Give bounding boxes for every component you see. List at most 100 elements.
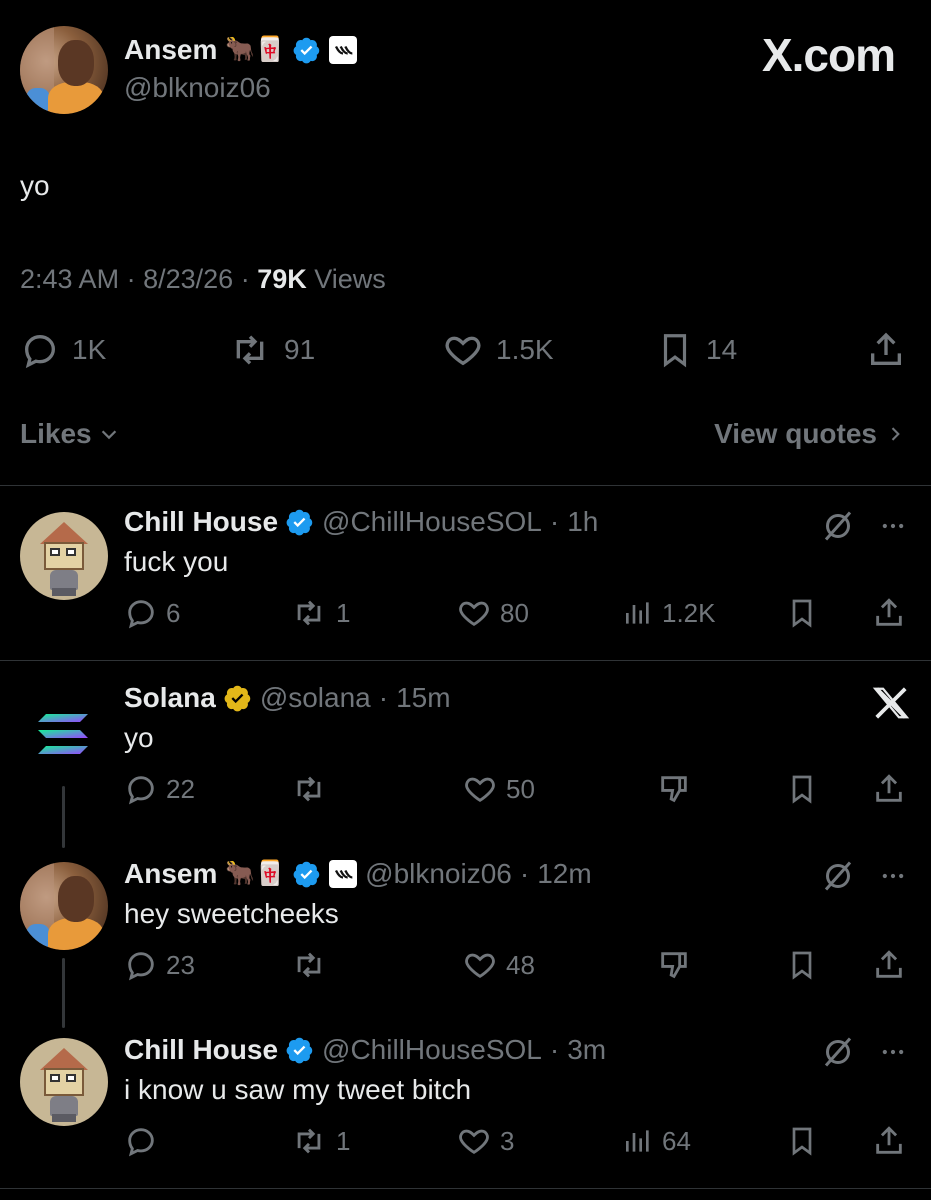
reply-avatar[interactable] xyxy=(20,512,108,600)
reply-text: hey sweetcheeks xyxy=(124,898,339,929)
share-icon[interactable] xyxy=(872,596,906,630)
repost-count: 1 xyxy=(336,1125,351,1156)
reply-avatar[interactable] xyxy=(20,1038,108,1126)
like-count: 3 xyxy=(500,1125,515,1156)
reply-name-line: Ansem 🐂🀄 @blknoiz06 · 12m xyxy=(124,858,592,890)
reply-name-line: Chill House @ChillHouseSOL · 1h xyxy=(124,506,598,538)
author-emojis: 🐂🀄 xyxy=(225,860,286,887)
solana-logo-icon xyxy=(38,714,88,754)
reply-author-name[interactable]: Solana xyxy=(124,682,216,714)
bookmark-icon[interactable] xyxy=(786,1124,818,1158)
share-icon[interactable] xyxy=(872,1124,906,1158)
repost-button[interactable] xyxy=(290,948,336,982)
share-button[interactable] xyxy=(866,330,906,370)
reply-button[interactable]: 6 xyxy=(124,596,180,630)
like-count: 80 xyxy=(500,597,529,628)
reply-author-name[interactable]: Chill House xyxy=(124,506,278,538)
more-icon[interactable] xyxy=(876,862,910,890)
likes-dropdown[interactable]: Likes xyxy=(20,418,120,450)
reply-button[interactable] xyxy=(124,1124,166,1158)
views-button[interactable]: 64 xyxy=(622,1124,691,1158)
solana-avatar[interactable] xyxy=(20,690,108,778)
like-button[interactable]: 3 xyxy=(456,1124,514,1158)
reply-author-handle[interactable]: @blknoiz06 xyxy=(365,858,512,890)
reply-count: 1K xyxy=(72,334,107,365)
grok-icon[interactable] xyxy=(820,1034,856,1070)
view-quotes-link[interactable]: View quotes xyxy=(714,418,905,450)
reply-icon xyxy=(128,952,154,981)
reply-time[interactable]: 15m xyxy=(396,682,450,714)
heart-icon xyxy=(445,336,481,366)
bookmark-button[interactable]: 14 xyxy=(656,330,737,370)
bookmark-icon[interactable] xyxy=(786,772,818,806)
author-handle[interactable]: @blknoiz06 xyxy=(124,72,271,104)
verified-gold-badge-icon xyxy=(224,685,251,712)
reply-time[interactable]: 1h xyxy=(567,506,598,538)
reply-icon xyxy=(128,776,154,805)
view-quotes-label: View quotes xyxy=(714,418,877,449)
repost-button[interactable] xyxy=(290,772,336,806)
reply-button[interactable]: 1K xyxy=(20,330,106,370)
reply-avatar[interactable] xyxy=(20,862,108,950)
repost-button[interactable]: 91 xyxy=(228,330,315,370)
repost-button[interactable]: 1 xyxy=(290,1124,350,1158)
author-name[interactable]: Ansem xyxy=(124,34,217,66)
reply-author-name[interactable]: Ansem xyxy=(124,858,217,890)
share-icon[interactable] xyxy=(872,948,906,982)
affiliate-badge-icon xyxy=(329,860,358,888)
tweet-text: yo xyxy=(20,170,50,201)
reply-button[interactable]: 22 xyxy=(124,772,195,806)
downvote-icon[interactable] xyxy=(656,772,692,806)
views-count: 79K xyxy=(257,264,307,294)
x-watermark: X.com xyxy=(761,29,896,81)
like-button[interactable]: 48 xyxy=(462,948,535,982)
heart-icon xyxy=(465,777,495,803)
reply-text: fuck you xyxy=(124,546,229,577)
repost-icon xyxy=(297,952,321,978)
downvote-icon[interactable] xyxy=(656,948,692,982)
grok-icon[interactable] xyxy=(820,858,856,894)
repost-count: 91 xyxy=(284,334,316,365)
chevron-down-icon xyxy=(101,430,116,440)
more-icon[interactable] xyxy=(876,1038,910,1066)
like-button[interactable]: 50 xyxy=(462,772,535,806)
grok-icon[interactable] xyxy=(820,508,856,544)
views-button[interactable]: 1.2K xyxy=(622,596,716,630)
author-avatar[interactable] xyxy=(20,26,108,114)
reply-author-handle[interactable]: @ChillHouseSOL xyxy=(322,506,542,538)
tweet-time[interactable]: 2:43 AM xyxy=(20,264,119,294)
bookmark-icon[interactable] xyxy=(786,596,818,630)
bookmark-icon[interactable] xyxy=(786,948,818,982)
separator-dot: · xyxy=(549,506,560,537)
repost-button[interactable]: 1 xyxy=(290,596,350,630)
heart-icon xyxy=(459,601,489,627)
separator-dot: · xyxy=(240,264,250,294)
reply-button[interactable]: 23 xyxy=(124,948,195,982)
like-button[interactable]: 80 xyxy=(456,596,529,630)
like-count: 50 xyxy=(506,773,535,804)
reply-author-name[interactable]: Chill House xyxy=(124,1034,278,1066)
reply-text: i know u saw my tweet bitch xyxy=(124,1074,472,1105)
reply-author-handle[interactable]: @ChillHouseSOL xyxy=(322,1034,542,1066)
reply-icon xyxy=(24,334,56,369)
share-icon[interactable] xyxy=(872,772,906,806)
like-count: 48 xyxy=(506,949,535,980)
repost-icon xyxy=(236,335,264,365)
reply-time[interactable]: 12m xyxy=(537,858,591,890)
tweet-date[interactable]: 8/23/26 xyxy=(143,264,233,294)
views-label: Views xyxy=(314,264,386,294)
thread-line xyxy=(62,786,65,848)
reply-time[interactable]: 3m xyxy=(567,1034,606,1066)
divider xyxy=(0,1188,931,1189)
reply-text: yo xyxy=(124,722,154,753)
reply-author-handle[interactable]: @solana xyxy=(260,682,371,714)
reply-count: 23 xyxy=(166,949,195,980)
x-logo-icon[interactable] xyxy=(872,684,910,722)
separator-dot: · xyxy=(549,1034,560,1065)
like-button[interactable]: 1.5K xyxy=(442,330,554,370)
repost-icon xyxy=(297,1128,321,1154)
more-icon[interactable] xyxy=(876,512,910,540)
divider xyxy=(0,485,931,486)
verified-badge-icon xyxy=(286,509,313,536)
views-count: 64 xyxy=(662,1125,691,1156)
